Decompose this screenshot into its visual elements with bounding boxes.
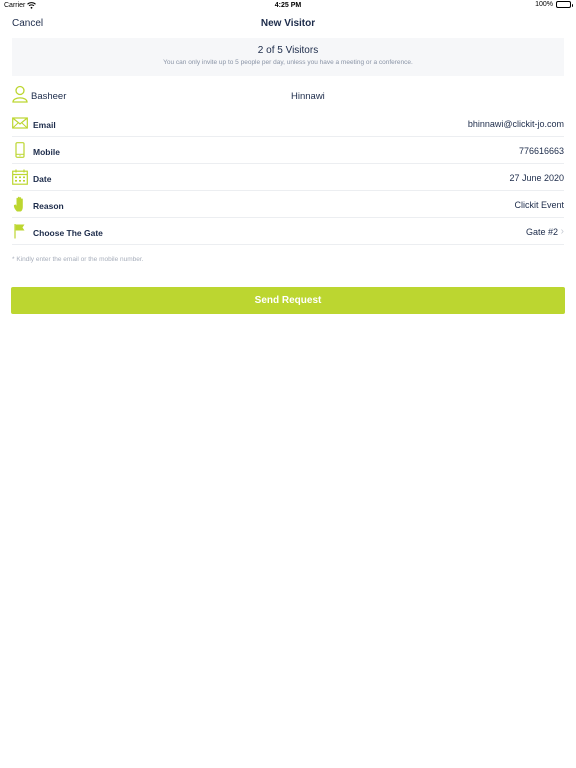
reason-field[interactable]: Clickit Event — [514, 200, 564, 210]
visitor-limit-banner: 2 of 5 Visitors You can only invite up t… — [12, 38, 564, 76]
reason-label: Reason — [33, 201, 64, 211]
mobile-row[interactable]: Mobile 776616663 — [12, 137, 564, 164]
gate-selector[interactable]: Gate #2 — [526, 227, 558, 237]
battery-icon — [556, 1, 573, 8]
date-row[interactable]: Date 27 June 2020 — [12, 164, 564, 191]
date-field[interactable]: 27 June 2020 — [509, 173, 564, 183]
reason-row[interactable]: Reason Clickit Event — [12, 191, 564, 218]
last-name-field[interactable]: Hinnawi — [291, 91, 325, 102]
chevron-right-icon[interactable]: › — [561, 227, 564, 237]
name-row: Basheer Hinnawi — [12, 84, 564, 108]
send-request-button[interactable]: Send Request — [11, 287, 565, 314]
mobile-field[interactable]: 776616663 — [519, 146, 564, 156]
calendar-icon — [12, 169, 28, 185]
phone-icon — [15, 142, 25, 158]
flag-icon — [14, 224, 25, 239]
contact-hint: * Kindly enter the email or the mobile n… — [12, 256, 144, 263]
person-icon — [12, 85, 28, 103]
mobile-label: Mobile — [33, 147, 60, 157]
status-bar: Carrier 4:25 PM 100% — [0, 0, 576, 12]
battery-indicator: 100% — [535, 1, 573, 8]
visitor-count: 2 of 5 Visitors — [257, 45, 319, 56]
gate-row[interactable]: Choose The Gate Gate #2 › — [12, 218, 564, 245]
hand-icon — [13, 196, 23, 212]
email-label: Email — [33, 120, 56, 130]
battery-percent: 100% — [535, 1, 553, 8]
email-row[interactable]: Email bhinnawi@clickit-jo.com — [12, 110, 564, 137]
gate-label: Choose The Gate — [33, 228, 103, 238]
status-time: 4:25 PM — [274, 2, 302, 9]
date-label: Date — [33, 174, 52, 184]
page-title: New Visitor — [260, 18, 316, 29]
visitor-limit-note: You can only invite up to 5 people per d… — [163, 59, 413, 66]
envelope-icon — [12, 117, 28, 129]
email-field[interactable]: bhinnawi@clickit-jo.com — [468, 119, 564, 129]
navigation-bar: Cancel New Visitor — [0, 12, 576, 36]
first-name-field[interactable]: Basheer — [31, 91, 66, 102]
